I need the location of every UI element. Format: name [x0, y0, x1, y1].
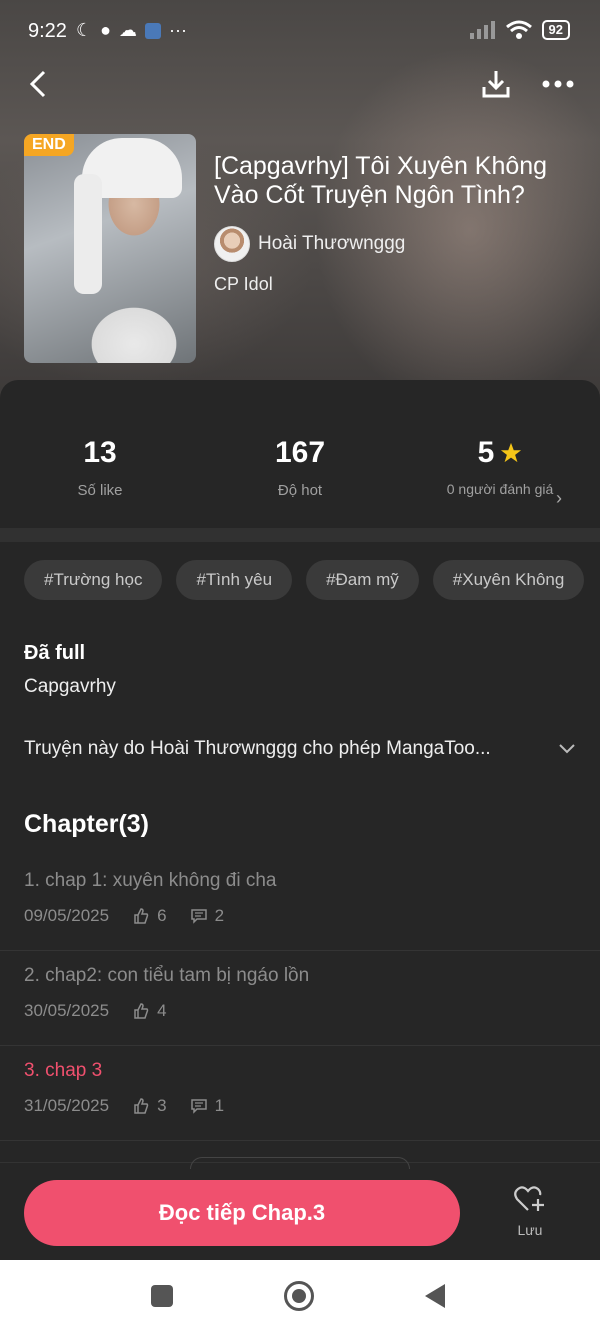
thumbs-up-icon [134, 1003, 149, 1019]
tag-item[interactable]: #Trường học [24, 560, 163, 600]
original-author: Capgavrhy [24, 676, 116, 697]
tag-item[interactable]: #Xuyên Không [432, 560, 585, 600]
end-badge: END [24, 134, 74, 156]
recent-apps-icon[interactable] [151, 1285, 173, 1307]
back-button[interactable] [20, 66, 56, 102]
more-dots-icon [542, 80, 574, 88]
genre-label[interactable]: CP Idol [214, 274, 273, 295]
chevron-left-icon [29, 70, 46, 98]
tag-item[interactable]: #Tình yêu [176, 560, 293, 600]
author-row[interactable]: Hoài Thươwnggg [214, 226, 405, 262]
comment-icon [190, 1099, 207, 1114]
chapter-comment-count: 1 [214, 1096, 225, 1115]
description-text: Truyện này do Hoài Thươwnggg cho phép Ma… [24, 738, 491, 759]
thumbs-up-icon [134, 1098, 149, 1114]
thumbs-up-icon [134, 908, 149, 924]
chapter-comment-count: 2 [214, 906, 225, 925]
bottom-action-bar: Đọc tiếp Chap.3 Lưu [0, 1157, 600, 1260]
cloud-icon: ☁ [119, 20, 138, 40]
chapter-date: 30/05/2025 [24, 1001, 110, 1020]
description-row[interactable]: Truyện này do Hoài Thươwnggg cho phép Ma… [24, 738, 576, 760]
stat-hot: 167 Độ hot [274, 436, 326, 499]
comic-title: [Capgavrhy] Tôi Xuyên Không Vào Cốt Truy… [214, 152, 548, 209]
section-divider [0, 528, 600, 542]
chapter-like-count: 6 [157, 906, 167, 925]
cover-image[interactable]: END [24, 134, 196, 363]
chapter-like-count: 3 [157, 1096, 167, 1115]
moon-icon: ☾ [76, 20, 93, 40]
stat-likes: 13 Số like [77, 436, 123, 499]
battery-indicator: 92 [541, 20, 570, 40]
status-bar: 9:22 ☾ ● ☁ ··· 92 [0, 0, 600, 64]
stat-rating[interactable]: 5 0 người đánh giá [400, 380, 600, 528]
hero-header: 9:22 ☾ ● ☁ ··· 92 END [Capgavrhy] Tôi Xu… [0, 0, 600, 400]
author-name[interactable]: Hoài Thươwnggg [258, 233, 405, 255]
chevron-right-icon[interactable]: › [556, 488, 562, 509]
chapter-title: 2. chap2: con tiểu tam bị ngáo lồn [24, 965, 310, 986]
save-button[interactable]: Lưu [500, 1185, 560, 1238]
tag-item[interactable]: #Đam mỹ [306, 560, 419, 600]
continue-reading-button[interactable]: Đọc tiếp Chap.3 [24, 1180, 460, 1246]
chapter-like-count: 4 [157, 1001, 167, 1020]
chapter-date: 31/05/2025 [24, 1096, 110, 1115]
system-back-icon[interactable] [425, 1284, 445, 1308]
save-label: Lưu [517, 1222, 543, 1238]
chapter-date: 09/05/2025 [24, 906, 110, 925]
star-icon [501, 442, 522, 463]
status-time: 9:22 [28, 20, 67, 42]
chapter-row[interactable]: 2. chap2: con tiểu tam bị ngáo lồn 30/05… [0, 951, 600, 1046]
download-button[interactable] [478, 66, 514, 102]
signal-icon [469, 21, 495, 39]
system-navigation-bar [0, 1260, 600, 1333]
wifi-icon [505, 20, 532, 39]
tag-list: #Trường học #Tình yêu #Đam mỹ #Xuyên Khô… [24, 560, 585, 600]
chapter-title: 3. chap 3 [24, 1060, 103, 1081]
home-icon[interactable] [284, 1281, 314, 1311]
stats-row: 13 Số like 167 Độ hot 5 0 người đánh giá… [0, 380, 600, 528]
detail-panel: 13 Số like 167 Độ hot 5 0 người đánh giá… [0, 380, 600, 1260]
chapter-row[interactable]: 3. chap 3 31/05/2025 3 1 [0, 1046, 600, 1141]
more-notifications-icon: ··· [169, 20, 187, 40]
chevron-down-icon[interactable] [558, 743, 576, 755]
comment-icon [190, 909, 207, 924]
author-avatar[interactable] [214, 226, 250, 262]
chapter-heading: Chapter(3) [24, 810, 150, 838]
chapter-title: 1. chap 1: xuyên không đi cha [24, 870, 277, 891]
chapter-row[interactable]: 1. chap 1: xuyên không đi cha 09/05/2025… [0, 856, 600, 951]
heart-plus-icon [514, 1186, 544, 1211]
completion-status: Đã full [24, 642, 86, 664]
more-chapters-pill [190, 1157, 410, 1169]
download-icon [482, 71, 510, 98]
more-options-button[interactable] [538, 66, 578, 102]
chat-bubble-icon: ● [100, 20, 112, 40]
gallery-icon [145, 22, 162, 39]
